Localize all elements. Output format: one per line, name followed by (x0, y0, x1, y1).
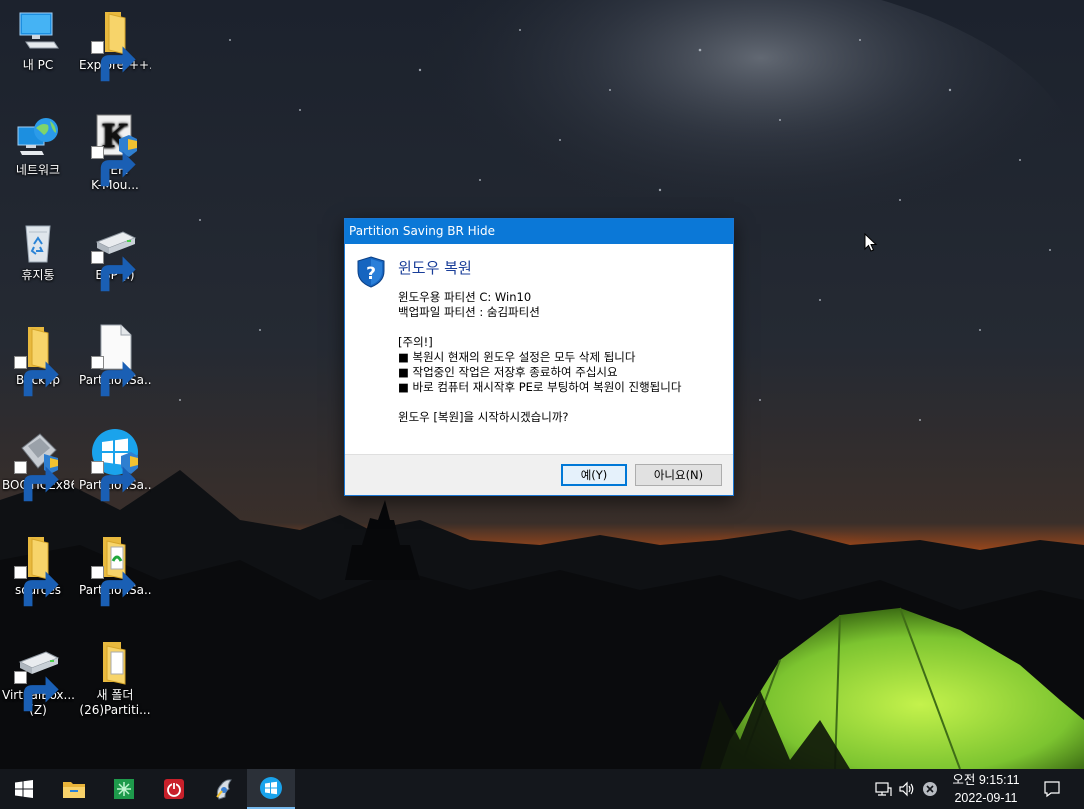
desktop-icon-recycle-bin[interactable]: 휴지통 (2, 218, 74, 283)
desktop-icon-esp-drive[interactable]: ESP (I) (79, 218, 151, 292)
start-button[interactable] (0, 769, 48, 809)
notification-center-button[interactable] (1030, 769, 1074, 809)
windows-logo-icon (91, 428, 139, 502)
taskbar-file-explorer[interactable] (50, 769, 98, 809)
dialog-message: 윈도우용 파티션 C: Win10 백업파일 파티션 : 숨김파티션 [주의!]… (398, 290, 681, 425)
message-line-warning-1: ■ 복원시 현재의 윈도우 설정은 모두 삭제 됩니다 (398, 350, 636, 364)
blank-file-icon (91, 323, 139, 397)
dialog-title-bar[interactable]: Partition Saving BR Hide (345, 219, 733, 244)
taskbar-tool-app[interactable] (200, 769, 248, 809)
message-line-backup: 백업파일 파티션 : 숨김파티션 (398, 305, 540, 319)
dialog-body: ? 윈도우 복원 윈도우용 파티션 C: Win10 백업파일 파티션 : 숨김… (345, 244, 733, 455)
volume-icon[interactable] (898, 780, 916, 798)
taskbar-clock[interactable]: 오전 9:15:11 2022-09-11 (938, 771, 1034, 807)
start-icon (15, 780, 33, 798)
partition-saving-icon (260, 777, 282, 799)
file-explorer-icon (63, 782, 85, 798)
message-line-blank (398, 320, 681, 335)
desktop-icon-partitionsaving-app[interactable]: PartitionSa... (79, 428, 151, 502)
desktop-icon-partitionsaving-folder[interactable]: PartitionSa... (79, 533, 151, 607)
folder-icon (14, 533, 62, 607)
desktop-icon-explorerpp[interactable]: Explorer++... (79, 8, 151, 82)
taskbar: 오전 9:15:11 2022-09-11 (0, 769, 1084, 809)
message-line-partition: 윈도우용 파티션 C: Win10 (398, 290, 532, 304)
message-line-warning-2: ■ 작업중인 작업은 저장후 종료하여 주십시요 (398, 365, 618, 379)
shortcut-arrow-icon (91, 251, 136, 292)
shortcut-arrow-icon (14, 671, 59, 712)
message-line-question: 윈도우 [복원]을 시작하시겠습니까? (398, 410, 569, 424)
desktop-icon-bootice[interactable]: BOOTICEx86 (2, 428, 74, 502)
network-icon (14, 113, 62, 161)
message-line-warning-3: ■ 바로 컴퓨터 재시작후 PE로 부팅하여 복원이 진행됩니다 (398, 380, 682, 394)
folder-icon (14, 323, 62, 397)
k-mouse-icon: K (91, 113, 139, 187)
taskbar-spreadsheet-app[interactable] (100, 769, 148, 809)
notification-icon (1044, 781, 1060, 798)
power-icon (164, 779, 184, 799)
svg-text:?: ? (366, 264, 376, 284)
shortcut-arrow-icon (14, 356, 59, 397)
folder-icon (91, 8, 139, 82)
shortcut-arrow-icon (91, 356, 136, 397)
shortcut-arrow-icon (91, 566, 136, 607)
close-circle-icon[interactable] (921, 780, 939, 798)
dialog-button-bar: 예(Y) 아니요(N) (345, 454, 733, 495)
shortcut-arrow-icon (14, 461, 59, 502)
this-pc-icon (14, 8, 62, 56)
bootice-icon (14, 428, 62, 502)
message-line-blank (398, 395, 681, 410)
network-tray-icon[interactable] (874, 780, 892, 798)
taskbar-power-app[interactable] (150, 769, 198, 809)
drive-icon (14, 638, 62, 712)
taskbar-partition-saving[interactable] (247, 769, 295, 809)
shortcut-arrow-icon (91, 146, 136, 187)
drive-icon (91, 218, 139, 292)
desktop-icon-virtualbox-drive[interactable]: VirtualBox... (Z) (2, 638, 74, 718)
folder-doc-icon (91, 638, 139, 686)
clock-date: 2022-09-11 (954, 791, 1018, 805)
desktop-icon-partitionsaving-file[interactable]: PartitionSa... (79, 323, 151, 397)
yes-button[interactable]: 예(Y) (561, 464, 627, 486)
shortcut-arrow-icon (14, 566, 59, 607)
desktop-icon-this-pc[interactable]: 내 PC (2, 8, 74, 73)
desktop-icon-backup[interactable]: Backup (2, 323, 74, 397)
folder-doc-icon (91, 533, 139, 607)
shortcut-arrow-icon (91, 461, 136, 502)
desktop-icon-uefi-kmouse[interactable]: K UEFI K-Mou... (79, 113, 151, 193)
question-shield-icon: ? (357, 256, 385, 288)
message-line-warning-header: [주의!] (398, 335, 433, 349)
tool-icon (216, 779, 232, 800)
mouse-cursor-icon (864, 233, 878, 252)
desktop-icon-network[interactable]: 네트워크 (2, 113, 74, 178)
clock-time: 오전 9:15:11 (952, 773, 1020, 787)
dialog-title: Partition Saving BR Hide (349, 224, 496, 238)
dialog-heading: 윈도우 복원 (398, 259, 472, 277)
spreadsheet-icon (114, 779, 134, 799)
recycle-bin-icon (14, 218, 62, 266)
no-button[interactable]: 아니요(N) (635, 464, 722, 486)
shortcut-arrow-icon (91, 41, 136, 82)
desktop-icon-sources[interactable]: sources (2, 533, 74, 607)
desktop-icon-new-folder[interactable]: 새 폴더 (26)Partiti... (79, 638, 151, 718)
restore-dialog: Partition Saving BR Hide ? 윈도우 복원 윈도우용 파… (344, 218, 734, 496)
